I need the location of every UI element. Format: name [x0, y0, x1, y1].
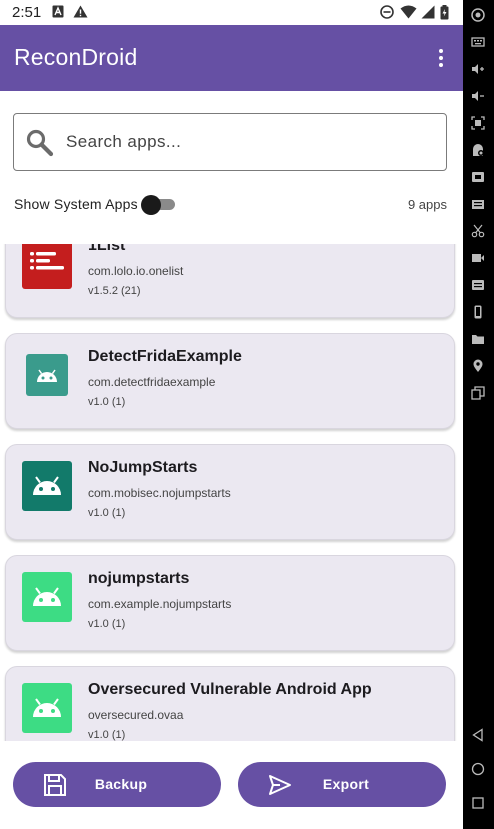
app-version: v1.0 (1)	[88, 507, 126, 519]
notification-a-icon	[52, 5, 64, 23]
volume-down-icon[interactable]	[471, 89, 485, 103]
app-package: com.lolo.io.onelist	[88, 264, 184, 278]
keyboard-icon[interactable]	[471, 197, 485, 211]
android-icon	[22, 572, 72, 622]
wifi-icon	[400, 5, 417, 24]
backup-button[interactable]: Backup	[13, 762, 221, 807]
app-card[interactable]: 1List com.lolo.io.onelist v1.5.2 (21)	[5, 244, 455, 318]
onelist-icon	[22, 244, 72, 289]
android-icon	[22, 461, 72, 511]
app-name: 1List	[88, 244, 126, 254]
app-card[interactable]: Oversecured Vulnerable Android App overs…	[5, 666, 455, 741]
volume-up-icon[interactable]	[471, 62, 485, 76]
power-icon[interactable]	[471, 8, 485, 22]
home-icon[interactable]	[471, 762, 485, 776]
card-icon[interactable]	[471, 278, 485, 292]
app-name: NoJumpStarts	[88, 459, 198, 476]
copy-icon[interactable]	[471, 386, 485, 400]
search-field[interactable]	[13, 113, 447, 171]
search-icon	[26, 129, 54, 162]
export-button[interactable]: Export	[238, 762, 446, 807]
app-card[interactable]: DetectFridaExample com.detectfridaexampl…	[5, 333, 455, 429]
pin-icon[interactable]	[471, 359, 485, 373]
android-icon	[26, 354, 68, 396]
battery-icon	[440, 5, 449, 25]
emulator-toolbar	[463, 0, 494, 829]
more-vert-icon[interactable]	[435, 49, 447, 69]
app-name: DetectFridaExample	[88, 348, 242, 365]
android-icon	[22, 683, 72, 733]
cellular-icon	[421, 5, 435, 24]
device-screen: 2:51 ReconDroid Show	[0, 0, 463, 829]
folder-icon[interactable]	[471, 332, 485, 346]
overview-icon[interactable]	[471, 796, 485, 810]
app-name: Oversecured Vulnerable Android App	[88, 681, 372, 698]
app-card[interactable]: nojumpstarts com.example.nojumpstarts v1…	[5, 555, 455, 651]
location-icon[interactable]	[471, 143, 485, 157]
app-package: com.detectfridaexample	[88, 375, 216, 389]
app-bar: ReconDroid	[0, 25, 463, 91]
app-version: v1.0 (1)	[88, 396, 126, 408]
app-name: nojumpstarts	[88, 570, 190, 587]
screenshot-icon[interactable]	[471, 116, 485, 130]
show-system-apps-toggle[interactable]	[141, 195, 177, 215]
app-version: v1.0 (1)	[88, 729, 126, 741]
warning-icon	[73, 5, 88, 23]
app-list[interactable]: 1List com.lolo.io.onelist v1.5.2 (21) De…	[0, 244, 463, 741]
back-icon[interactable]	[471, 728, 485, 742]
app-count: 9 apps	[407, 197, 447, 212]
cut-icon[interactable]	[471, 224, 485, 238]
status-bar: 2:51	[0, 0, 463, 25]
app-package: oversecured.ovaa	[88, 708, 184, 722]
show-system-apps-label: Show System Apps	[14, 196, 138, 212]
status-time: 2:51	[12, 4, 42, 21]
filter-row: Show System Apps 9 apps	[0, 190, 463, 220]
search-input[interactable]	[66, 128, 426, 156]
app-package: com.example.nojumpstarts	[88, 597, 232, 611]
camera-icon[interactable]	[471, 170, 485, 184]
record-icon[interactable]	[471, 251, 485, 265]
app-title: ReconDroid	[14, 44, 138, 70]
app-card[interactable]: NoJumpStarts com.mobisec.nojumpstarts v1…	[5, 444, 455, 540]
keyboard-icon[interactable]	[471, 35, 485, 49]
app-package: com.mobisec.nojumpstarts	[88, 486, 231, 500]
app-version: v1.0 (1)	[88, 618, 126, 630]
bottom-action-bar: Backup Export	[0, 741, 463, 829]
export-label: Export	[322, 776, 370, 792]
backup-label: Backup	[94, 776, 148, 792]
app-version: v1.5.2 (21)	[88, 285, 141, 297]
dnd-icon	[380, 5, 394, 24]
phone-icon[interactable]	[471, 305, 485, 319]
